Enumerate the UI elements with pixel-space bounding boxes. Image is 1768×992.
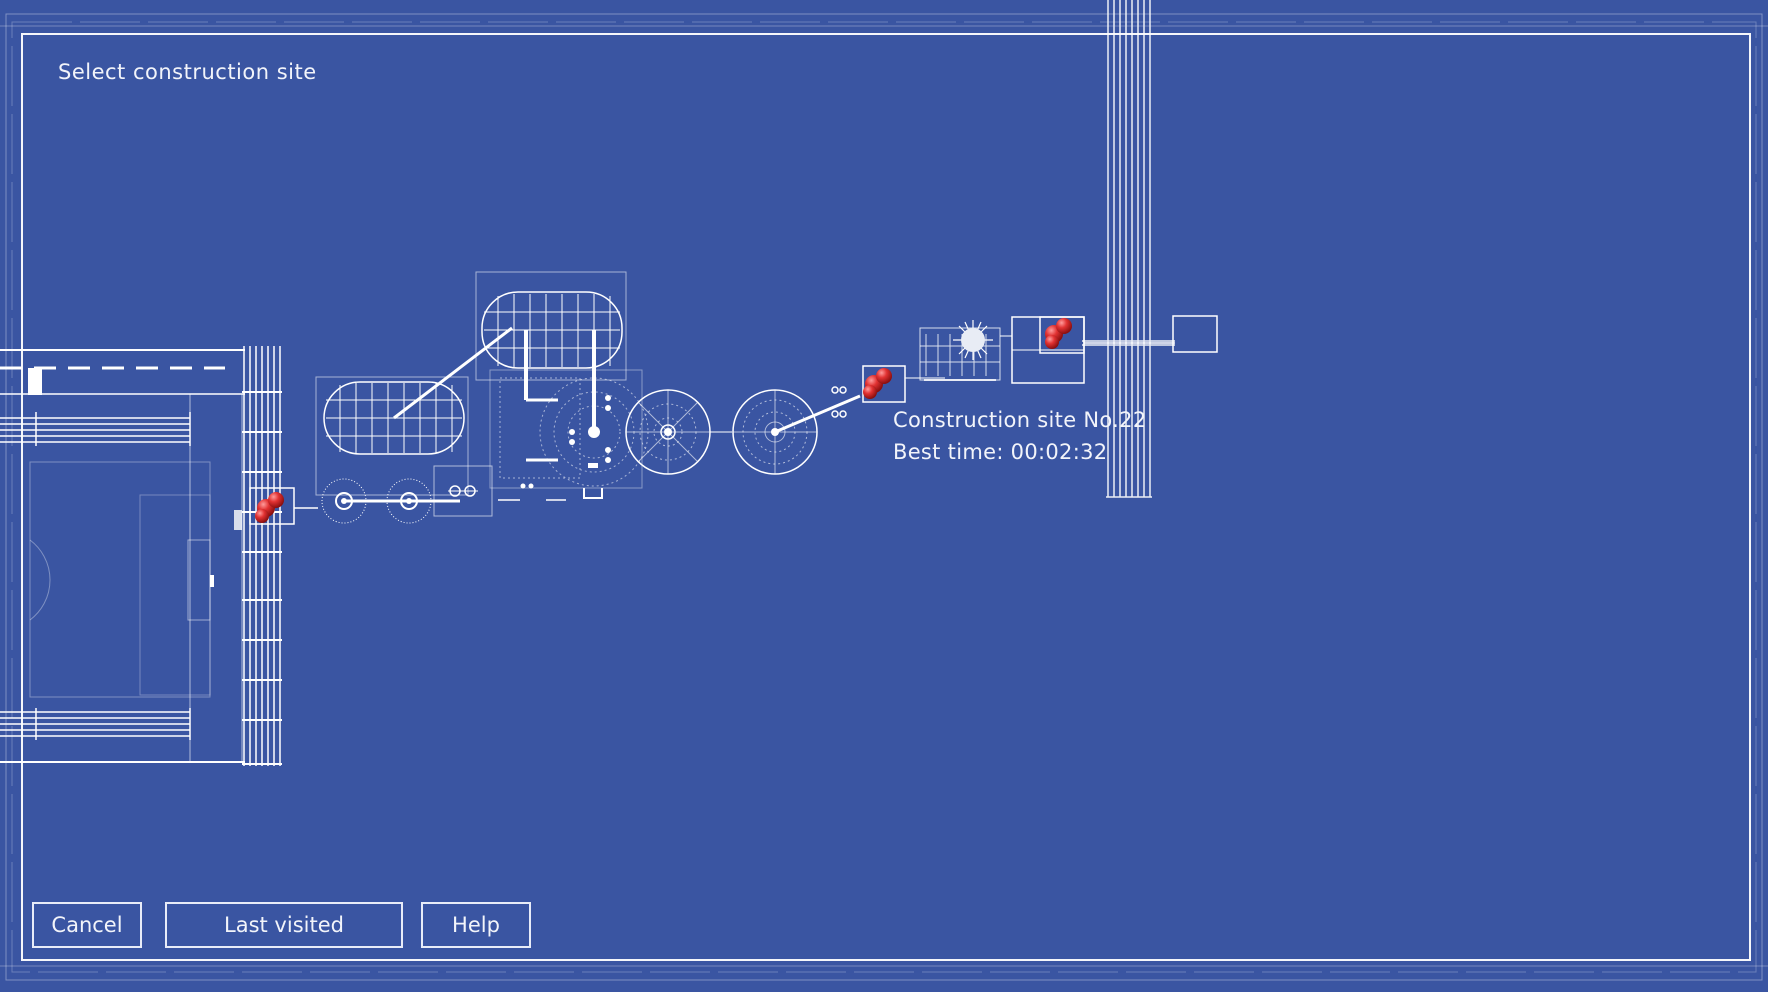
- last-visited-button[interactable]: Last visited: [165, 902, 403, 948]
- site-best-time: Best time: 00:02:32: [893, 440, 1108, 464]
- site-pin-3[interactable]: [1045, 318, 1072, 349]
- cancel-button[interactable]: Cancel: [32, 902, 142, 948]
- site-info-tooltip: Construction site No.22 Best time: 00:02…: [893, 404, 1146, 468]
- right-structures-drawing: [862, 315, 1218, 403]
- blueprint-frame: [0, 13, 1768, 981]
- machinery-drawing: [315, 271, 861, 524]
- blueprint-map: [0, 0, 1768, 981]
- site-name: Construction site No.22: [893, 408, 1147, 432]
- screen-title: Select construction site: [58, 60, 317, 84]
- help-button[interactable]: Help: [421, 902, 531, 948]
- site-pin-2[interactable]: [863, 368, 892, 399]
- left-facility-drawing: [0, 346, 318, 766]
